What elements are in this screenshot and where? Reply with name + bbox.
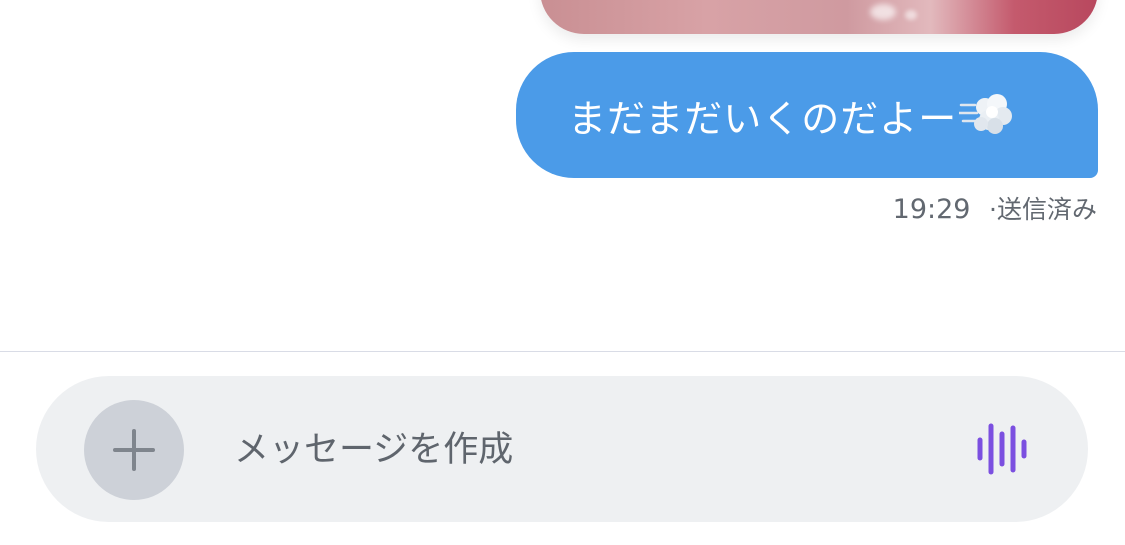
- message-meta: 19:29 ·送信済み: [893, 190, 1097, 226]
- message-composer: [36, 376, 1088, 522]
- image-message[interactable]: [540, 0, 1098, 34]
- message-input[interactable]: [232, 412, 936, 488]
- voice-message-button[interactable]: [976, 420, 1034, 478]
- image-highlight: [870, 4, 896, 20]
- image-highlight: [905, 10, 917, 20]
- chat-screen: まだまだいくのだよー 19:29 ·送信済み: [0, 0, 1125, 545]
- dashing-away-icon: [958, 93, 1013, 137]
- add-attachment-button[interactable]: [84, 400, 184, 500]
- voice-waveform-icon: [977, 423, 1027, 475]
- composer-divider: [0, 351, 1125, 352]
- message-time: 19:29: [892, 194, 971, 225]
- sent-message-bubble[interactable]: まだまだいくのだよー: [516, 52, 1098, 178]
- message-text: まだまだいくのだよー: [568, 96, 958, 141]
- message-status: ·送信済み: [989, 195, 1097, 224]
